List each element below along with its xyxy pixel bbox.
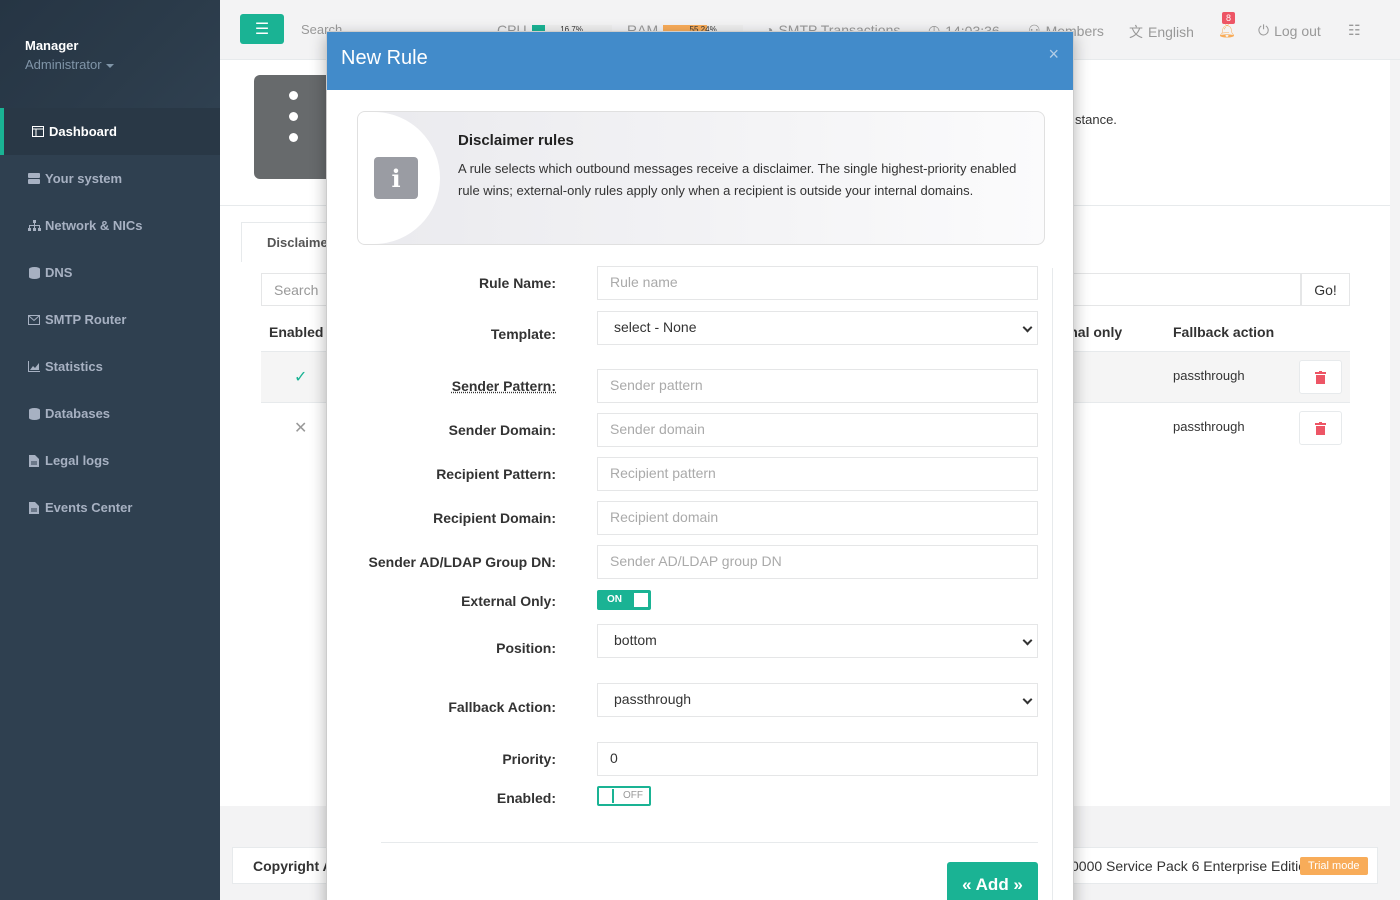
fallback-action-select[interactable]: passthrough	[597, 683, 1038, 717]
rule-name-input[interactable]: Rule name	[597, 266, 1038, 300]
recipient-domain-label: Recipient Domain:	[433, 510, 556, 526]
modal-header: New Rule ×	[327, 32, 1073, 90]
rule-form: Rule Name: Rule name Template: select - …	[327, 268, 1053, 900]
chevron-down-icon	[1023, 695, 1033, 705]
new-rule-modal: New Rule × i Disclaimer rules A rule sel…	[326, 31, 1074, 900]
recipient-pattern-label: Recipient Pattern:	[436, 466, 556, 482]
toggle-state: OFF	[623, 790, 643, 801]
info-text: A rule selects which outbound messages r…	[458, 158, 1028, 202]
form-divider	[381, 842, 1038, 843]
enabled-label: Enabled:	[497, 790, 556, 806]
rule-name-label: Rule Name:	[479, 275, 556, 291]
toggle-knob	[600, 789, 614, 803]
recipient-pattern-input[interactable]: Recipient pattern	[597, 457, 1038, 491]
modal-title: New Rule	[341, 47, 1059, 70]
toggle-state: ON	[607, 594, 622, 605]
position-label: Position:	[496, 640, 556, 656]
info-title: Disclaimer rules	[458, 132, 574, 149]
fallback-action-label: Fallback Action:	[448, 699, 556, 715]
add-button[interactable]: « Add »	[947, 862, 1038, 900]
priority-label: Priority:	[502, 751, 556, 767]
external-only-label: External Only:	[461, 593, 556, 609]
info-icon: i	[374, 157, 418, 199]
sender-pattern-input[interactable]: Sender pattern	[597, 369, 1038, 403]
sender-pattern-label: Sender Pattern:	[452, 378, 556, 394]
enabled-toggle[interactable]: OFF	[597, 786, 651, 806]
ldap-group-input[interactable]: Sender AD/LDAP group DN	[597, 545, 1038, 579]
fallback-value: passthrough	[614, 691, 691, 707]
recipient-domain-input[interactable]: Recipient domain	[597, 501, 1038, 535]
template-label: Template:	[491, 326, 556, 342]
chevron-down-icon	[1023, 323, 1033, 333]
priority-input[interactable]: 0	[597, 742, 1038, 776]
external-only-toggle[interactable]: ON	[597, 590, 651, 610]
toggle-knob	[634, 593, 648, 607]
close-icon[interactable]: ×	[1048, 44, 1059, 65]
chevron-down-icon	[1023, 636, 1033, 646]
position-select[interactable]: bottom	[597, 624, 1038, 658]
ldap-group-label: Sender AD/LDAP Group DN:	[369, 554, 556, 570]
sender-domain-input[interactable]: Sender domain	[597, 413, 1038, 447]
template-value: select - None	[614, 319, 696, 335]
info-circle: i	[358, 112, 440, 244]
position-value: bottom	[614, 632, 657, 648]
sender-domain-label: Sender Domain:	[449, 422, 556, 438]
info-callout: i Disclaimer rules A rule selects which …	[357, 111, 1045, 245]
template-select[interactable]: select - None	[597, 311, 1038, 345]
